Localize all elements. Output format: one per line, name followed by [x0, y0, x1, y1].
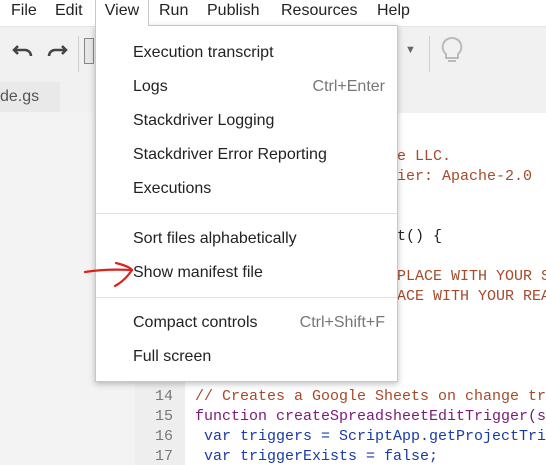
menu-edit[interactable]: Edit [55, 0, 83, 26]
code-line: var triggerExists = false; [195, 448, 439, 465]
menu-resources[interactable]: Resources [281, 0, 357, 26]
line-number: 16 [154, 428, 173, 445]
line-number: 15 [154, 408, 173, 425]
menu-bar: File Edit View Run Publish Resources Hel… [0, 0, 546, 26]
menu-item-executions[interactable]: Executions [133, 180, 211, 198]
lightbulb-icon[interactable] [440, 36, 464, 72]
code-line: // Creates a Google Sheets on change tr [195, 388, 546, 405]
chevron-down-icon[interactable]: ▼ [405, 44, 416, 56]
line-number: 17 [154, 448, 173, 465]
code-fragment: PLACE WITH YOUR S [397, 268, 546, 285]
menu-divider [96, 297, 397, 298]
menu-item-logs[interactable]: Logs [133, 78, 168, 96]
menu-item-show-manifest[interactable]: Show manifest file [133, 264, 263, 282]
view-menu-dropdown: Execution transcript Logs Ctrl+Enter Sta… [95, 25, 398, 382]
code-line: var triggers = ScriptApp.getProjectTri [195, 428, 546, 445]
toolbar-divider-2 [429, 36, 430, 72]
menu-item-full-screen[interactable]: Full screen [133, 348, 211, 366]
redo-icon[interactable] [46, 40, 68, 66]
menu-help[interactable]: Help [377, 0, 410, 26]
file-tab-label: de.gs [0, 88, 40, 105]
code-fragment: ier: Apache-2.0 [397, 168, 533, 185]
red-arrow-annotation [83, 261, 134, 288]
menu-file[interactable]: File [11, 0, 37, 26]
code-fragment: ACE WITH YOUR REA [397, 288, 546, 305]
menu-divider [96, 213, 397, 214]
menu-item-stackdriver-logging[interactable]: Stackdriver Logging [133, 112, 274, 130]
menu-item-sort-files[interactable]: Sort files alphabetically [133, 230, 297, 248]
menu-item-execution-transcript[interactable]: Execution transcript [133, 44, 274, 62]
menu-publish[interactable]: Publish [207, 0, 259, 26]
undo-icon[interactable] [12, 40, 34, 66]
menu-item-compact-controls[interactable]: Compact controls [133, 314, 258, 332]
toolbar-divider [78, 36, 79, 72]
code-fragment: t() { [397, 228, 443, 245]
menu-run[interactable]: Run [159, 0, 188, 26]
file-tab[interactable]: de.gs [0, 82, 60, 112]
menu-item-stackdriver-error-reporting[interactable]: Stackdriver Error Reporting [133, 146, 327, 164]
logs-shortcut: Ctrl+Enter [312, 78, 385, 95]
toolbar-button-partial[interactable] [84, 38, 94, 64]
menu-view[interactable]: View [95, 0, 149, 26]
code-line: function createSpreadsheetEditTrigger(s [195, 408, 546, 425]
line-number: 14 [154, 388, 173, 405]
compact-controls-shortcut: Ctrl+Shift+F [299, 314, 385, 331]
code-fragment: e LLC. [397, 148, 452, 165]
